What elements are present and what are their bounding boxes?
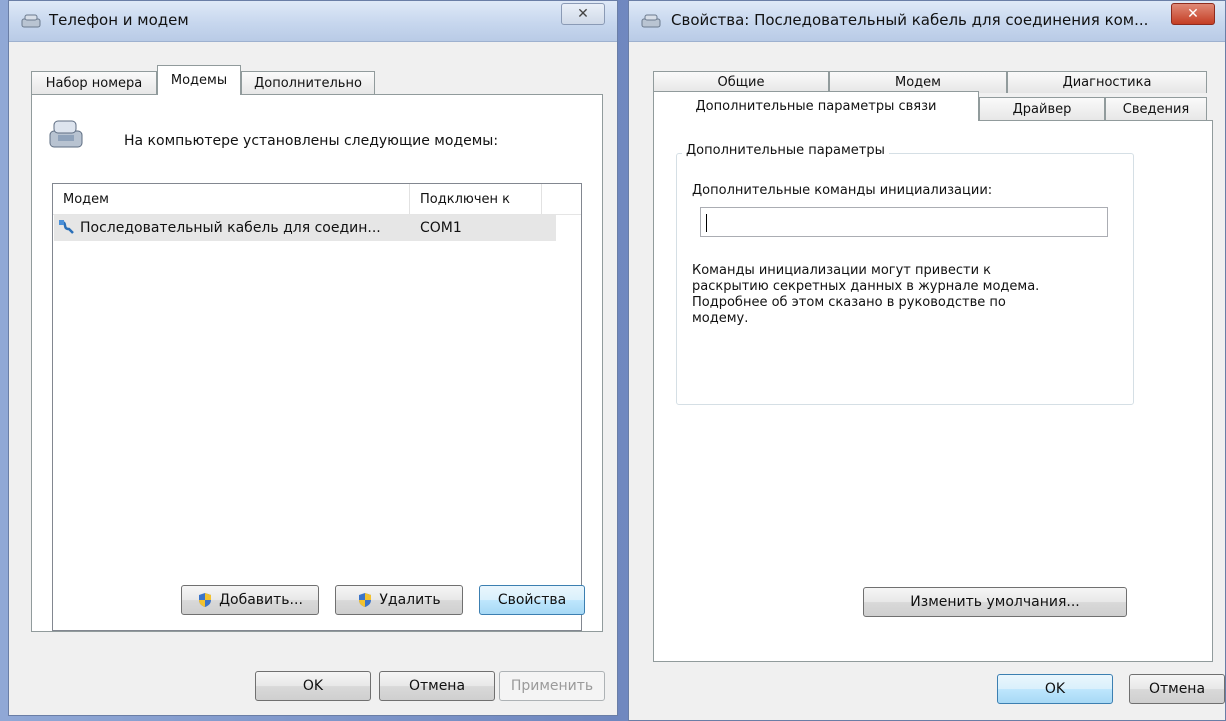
tab-modem[interactable]: Модем [829, 71, 1007, 93]
cell-modem-name: Последовательный кабель для соедин... [80, 220, 381, 236]
add-button-label: Добавить... [219, 592, 303, 608]
title-bar[interactable]: Свойства: Последовательный кабель для со… [629, 1, 1225, 42]
note-line: Команды инициализации могут привести к [692, 263, 992, 278]
cancel-button[interactable]: Отмена [1129, 674, 1225, 704]
close-button[interactable]: ✕ [561, 3, 605, 25]
tab-details[interactable]: Сведения [1105, 97, 1207, 121]
tab-general[interactable]: Общие [653, 71, 829, 93]
tab-diagnostics[interactable]: Диагностика [1007, 71, 1207, 93]
tab-advanced-connection[interactable]: Дополнительные параметры связи [653, 91, 979, 121]
text-caret [706, 214, 707, 232]
modem-list[interactable]: Модем Подключен к Последовательный кабел… [52, 183, 582, 631]
note-line: Подробнее об этом сказано в руководстве … [692, 295, 1006, 310]
column-header-modem[interactable]: Модем [53, 184, 409, 214]
close-icon: ✕ [1187, 6, 1199, 22]
cancel-button[interactable]: Отмена [379, 671, 495, 701]
add-button[interactable]: Добавить... [181, 585, 319, 615]
tab-modems[interactable]: Модемы [157, 65, 241, 95]
init-warning-text: Команды инициализации могут привести к р… [692, 263, 1112, 327]
column-header-port[interactable]: Подключен к [410, 184, 540, 214]
close-button[interactable]: ✕ [1171, 3, 1215, 25]
tab-driver[interactable]: Драйвер [979, 97, 1105, 121]
uac-shield-icon [199, 593, 212, 607]
ok-button[interactable]: OK [997, 674, 1113, 704]
intro-text: На компьютере установлены следующие моде… [124, 133, 499, 149]
apply-button: Применить [499, 671, 605, 701]
remove-button[interactable]: Удалить [335, 585, 463, 615]
window-title: Свойства: Последовательный кабель для со… [671, 11, 1149, 29]
note-line: модему. [692, 311, 749, 326]
tab-panel-modems: На компьютере установлены следующие моде… [31, 94, 603, 632]
init-commands-label: Дополнительные команды инициализации: [692, 183, 993, 198]
properties-button[interactable]: Свойства [479, 585, 585, 615]
uac-shield-icon [359, 593, 372, 607]
close-icon: ✕ [577, 6, 589, 22]
title-bar[interactable]: Телефон и модем ✕ [9, 1, 617, 42]
init-commands-input[interactable] [700, 207, 1108, 237]
phone-modem-window: Телефон и модем ✕ Набор номера Модемы До… [8, 0, 618, 716]
list-header: Модем Подключен к [53, 184, 581, 215]
tab-dialing[interactable]: Набор номера [31, 71, 157, 95]
phone-modem-icon [641, 14, 661, 28]
window-title: Телефон и модем [49, 11, 189, 29]
group-title: Дополнительные параметры [682, 143, 889, 158]
change-defaults-button[interactable]: Изменить умолчания... [863, 587, 1127, 617]
phone-modem-icon [49, 120, 83, 148]
remove-button-label: Удалить [379, 592, 441, 608]
table-row[interactable]: Последовательный кабель для соедин... CO… [54, 215, 556, 241]
cell-port: COM1 [420, 220, 462, 236]
modem-properties-window: Свойства: Последовательный кабель для со… [628, 0, 1226, 721]
note-line: раскрытию секретных данных в журнале мод… [692, 279, 1040, 294]
phone-modem-icon [21, 14, 41, 28]
serial-cable-icon [59, 220, 74, 234]
tab-panel-advanced: Дополнительные параметры Дополнительные … [653, 120, 1213, 662]
column-divider[interactable] [541, 184, 542, 214]
ok-button[interactable]: OK [255, 671, 371, 701]
tab-advanced[interactable]: Дополнительно [241, 71, 375, 95]
